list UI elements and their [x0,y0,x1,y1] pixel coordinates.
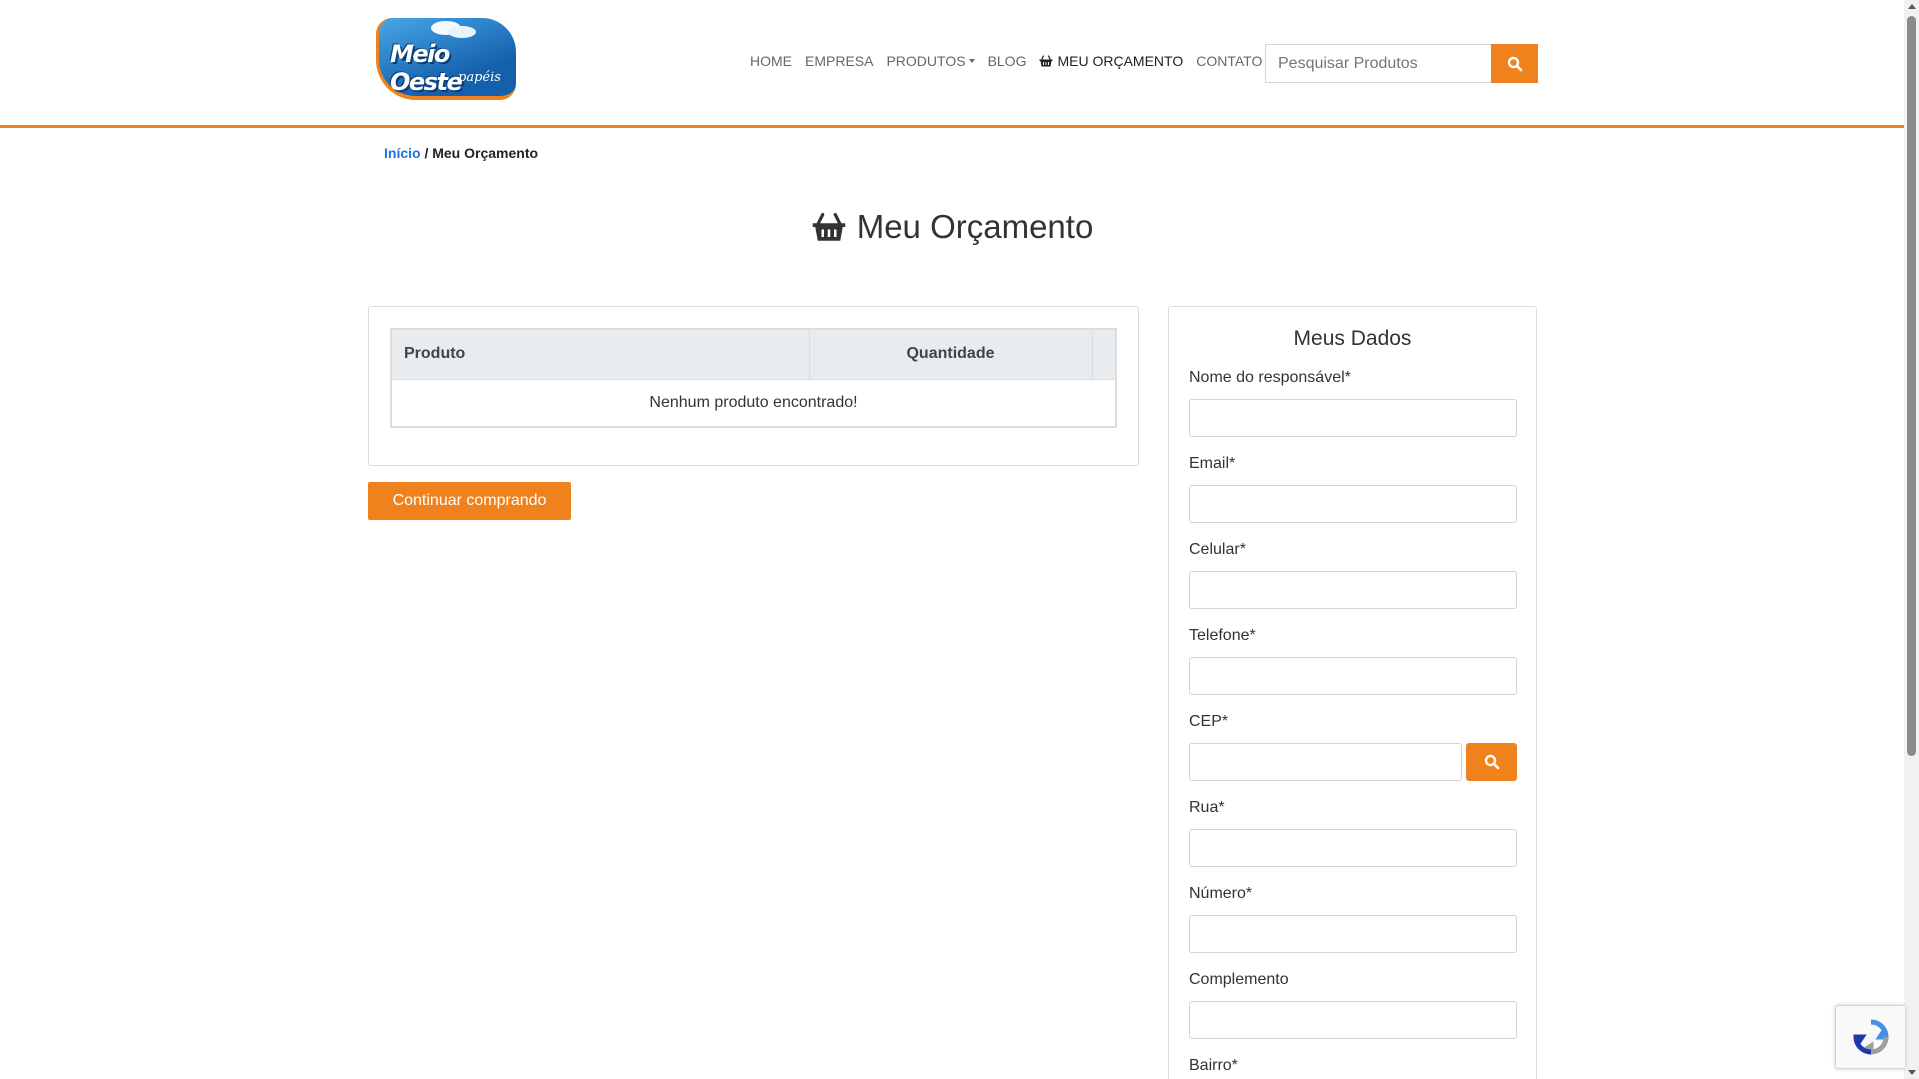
search-button[interactable] [1491,44,1538,83]
nav-produtos-label: PRODUTOS [886,53,966,69]
complemento-label: Complemento [1189,971,1289,988]
nome-label: Nome do responsável* [1189,369,1351,386]
column-header-actions [1092,329,1116,380]
breadcrumb-home-link[interactable]: Início [384,145,421,161]
rua-label: Rua* [1189,799,1225,816]
nav-produtos[interactable]: PRODUTOS [886,53,975,69]
nav-contato-label: CONTATO [1196,53,1263,69]
continue-shopping-button[interactable]: Continuar comprando [368,482,571,520]
my-data-form: Meus Dados Nome do responsável* Email* C… [1168,306,1537,1079]
basket-icon [812,212,845,241]
scrollbar-thumb[interactable] [1907,16,1916,756]
empty-cart-message: Nenhum produto encontrado! [649,393,858,411]
site-header: Meio Oeste papéis HOME EMPRESA PRODUTOS … [0,0,1904,128]
nav-empresa-label: EMPRESA [805,53,874,69]
scroll-down-icon[interactable] [1908,1070,1916,1075]
nav-meu-orcamento-label: MEU ORÇAMENTO [1057,53,1184,69]
main-nav: HOME EMPRESA PRODUTOS BLOG MEU ORÇAMENTO… [750,53,1275,69]
telefone-label: Telefone* [1189,627,1256,644]
celular-label: Celular* [1189,541,1246,558]
numero-label: Número* [1189,885,1253,902]
cep-label: CEP* [1189,713,1229,730]
cep-search-button[interactable] [1466,743,1517,781]
breadcrumb: Início / Meu Orçamento [384,145,538,161]
recaptcha-badge[interactable] [1835,1005,1905,1069]
logo-brand-text: Meio Oeste [390,40,463,96]
bairro-label: Bairro* [1189,1057,1238,1074]
cart-panel: Produto Quantidade Nenhum produto encont… [368,306,1139,466]
site-logo[interactable]: Meio Oeste papéis [376,18,516,100]
basket-icon [1039,55,1053,67]
page-title: Meu Orçamento [0,208,1904,246]
search-icon [1484,754,1499,770]
form-title: Meus Dados [1293,327,1412,350]
email-label: Email* [1189,455,1236,472]
nav-empresa[interactable]: EMPRESA [805,53,873,69]
logo-paper-roll [448,26,476,38]
complemento-field[interactable] [1189,1001,1517,1039]
telefone-field[interactable] [1189,657,1517,695]
product-search [1265,44,1538,83]
chevron-down-icon [968,59,975,63]
email-field[interactable] [1189,485,1517,523]
breadcrumb-separator: / [420,145,433,161]
recaptcha-icon [1852,1019,1889,1055]
logo-sub-text: papéis [458,70,501,85]
nav-home-label: HOME [750,53,792,69]
table-header-row: Produto Quantidade [391,329,1116,380]
cep-field[interactable] [1189,743,1462,781]
cart-table: Produto Quantidade Nenhum produto encont… [390,328,1117,428]
nav-home[interactable]: HOME [750,53,792,69]
search-icon [1507,56,1522,71]
nav-blog-label: BLOG [987,53,1027,69]
page-title-text: Meu Orçamento [856,208,1094,245]
breadcrumb-current: Meu Orçamento [432,145,539,161]
page-scrollbar[interactable] [1904,0,1919,1079]
nav-meu-orcamento[interactable]: MEU ORÇAMENTO [1039,53,1183,69]
numero-field[interactable] [1189,915,1517,953]
nav-contato[interactable]: CONTATO [1196,53,1262,69]
column-header-quantidade: Quantidade [809,329,1093,380]
column-header-produto: Produto [391,329,810,380]
rua-field[interactable] [1189,829,1517,867]
celular-field[interactable] [1189,571,1517,609]
table-row: Nenhum produto encontrado! [391,379,1116,427]
nome-field[interactable] [1189,399,1517,437]
scroll-up-icon[interactable] [1908,4,1916,9]
search-input[interactable] [1265,44,1491,83]
nav-blog[interactable]: BLOG [988,53,1027,69]
